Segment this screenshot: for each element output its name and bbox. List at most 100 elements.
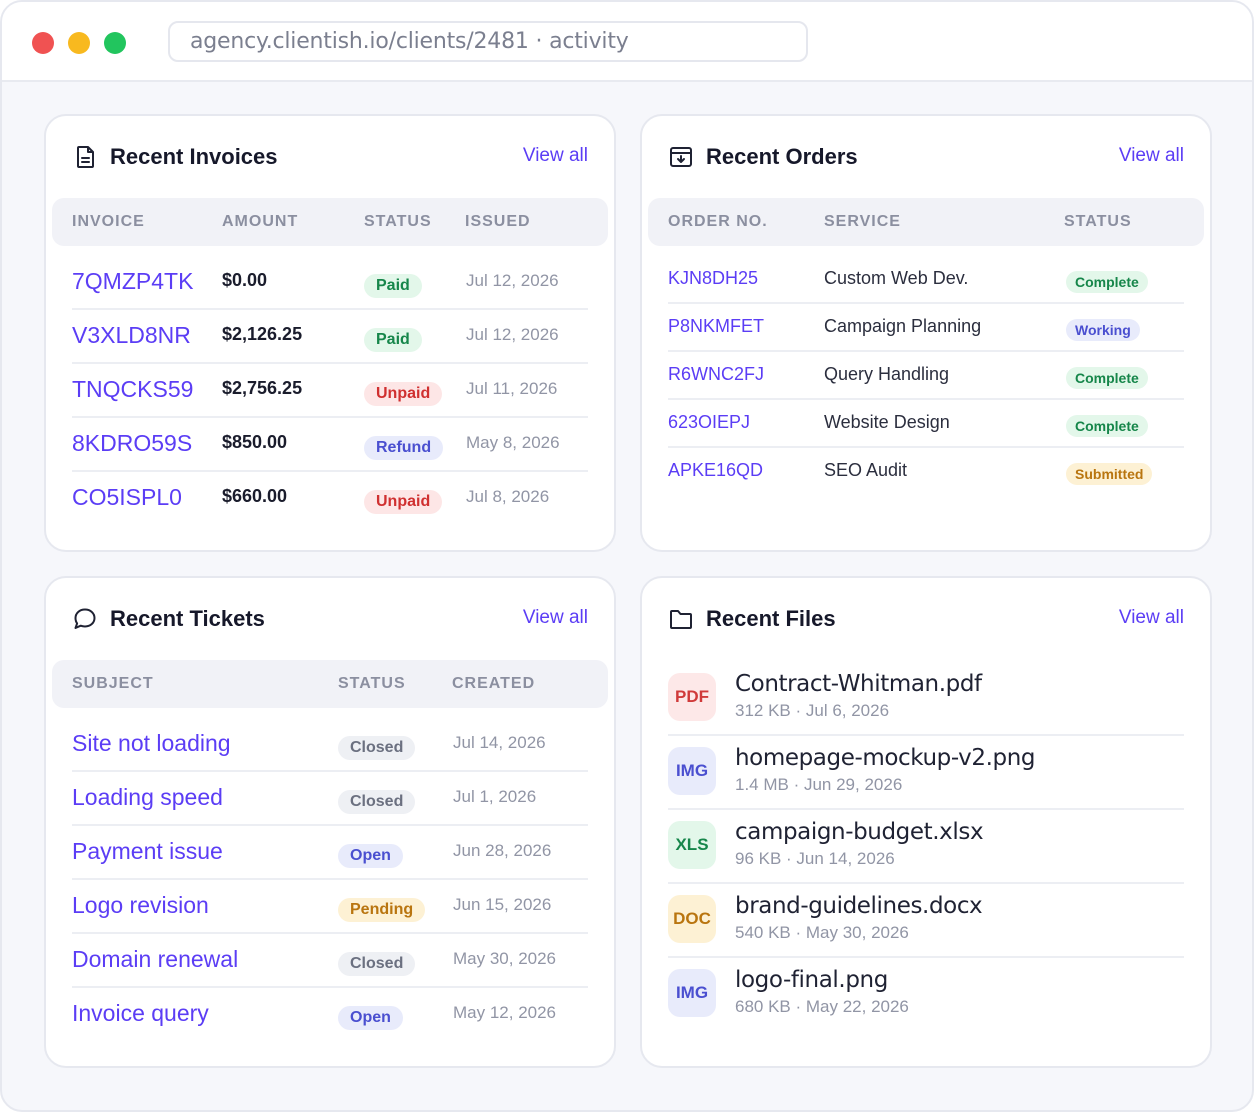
status-badge: Open	[338, 844, 403, 868]
table-row[interactable]: Site not loading Closed Jul 14, 2026	[72, 718, 588, 772]
file-meta: 96 KB · Jun 14, 2026	[735, 849, 895, 868]
file-meta: 540 KB · May 30, 2026	[735, 923, 909, 942]
ticket-subject-link[interactable]: Domain renewal	[72, 946, 238, 973]
table-row[interactable]: Domain renewal Closed May 30, 2026	[72, 934, 588, 988]
file-item[interactable]: DOC brand-guidelines.docx 540 KB · May 3…	[668, 884, 1184, 958]
file-item[interactable]: IMG logo-final.png 680 KB · May 22, 2026	[668, 958, 1184, 1032]
table-row[interactable]: 7QMZP4TK $0.00 Paid Jul 12, 2026	[72, 256, 588, 310]
column-header: STATUS	[364, 213, 432, 230]
document-file-icon: DOC	[668, 895, 716, 943]
table-header: INVOICE AMOUNT STATUS ISSUED	[52, 198, 608, 246]
status-badge: Open	[338, 1006, 403, 1030]
file-name[interactable]: brand-guidelines.docx	[735, 893, 983, 919]
table-header: ORDER NO. SERVICE STATUS	[648, 198, 1204, 246]
invoice-id-link[interactable]: TNQCKS59	[72, 376, 193, 403]
ticket-subject-link[interactable]: Logo revision	[72, 892, 209, 919]
ticket-subject-link[interactable]: Loading speed	[72, 784, 223, 811]
file-name[interactable]: logo-final.png	[735, 967, 888, 993]
invoice-id-link[interactable]: 7QMZP4TK	[72, 268, 193, 295]
column-header: ISSUED	[465, 213, 531, 230]
invoice-id-link[interactable]: 8KDRO59S	[72, 430, 192, 457]
table-row[interactable]: 8KDRO59S $850.00 Refund May 8, 2026	[72, 418, 588, 472]
minimize-window-button[interactable]	[68, 32, 90, 54]
view-all-files-link[interactable]: View all	[1119, 607, 1184, 629]
column-header: INVOICE	[72, 213, 145, 230]
table-row[interactable]: V3XLD8NR $2,126.25 Paid Jul 12, 2026	[72, 310, 588, 364]
order-id-link[interactable]: 623OIEPJ	[668, 412, 750, 433]
invoice-amount: $850.00	[222, 432, 288, 452]
created-date: Jun 15, 2026	[453, 895, 552, 914]
file-item[interactable]: PDF Contract-Whitman.pdf 312 KB · Jul 6,…	[668, 662, 1184, 736]
created-date: Jul 1, 2026	[453, 787, 537, 806]
created-date: Jul 14, 2026	[453, 733, 546, 752]
status-badge: Paid	[364, 274, 422, 298]
invoice-amount: $2,756.25	[222, 378, 303, 398]
column-header: AMOUNT	[222, 213, 299, 230]
browser-window: agency.clientish.io/clients/2481 · activ…	[0, 0, 1254, 1112]
maximize-window-button[interactable]	[104, 32, 126, 54]
recent-tickets-card: Recent Tickets View all SUBJECT STATUS C…	[44, 576, 616, 1068]
status-badge: Pending	[338, 898, 426, 922]
view-all-invoices-link[interactable]: View all	[523, 145, 588, 167]
card-title: Recent Invoices	[110, 144, 278, 169]
document-icon	[77, 146, 94, 168]
issued-date: Jul 12, 2026	[466, 271, 559, 290]
address-bar[interactable]: agency.clientish.io/clients/2481 · activ…	[168, 21, 808, 62]
ticket-subject-link[interactable]: Invoice query	[72, 1000, 209, 1027]
file-meta: 312 KB · Jul 6, 2026	[735, 701, 890, 720]
order-service: Custom Web Dev.	[824, 268, 969, 288]
table-row[interactable]: R6WNC2FJ Query Handling Complete	[668, 352, 1184, 400]
issued-date: Jul 12, 2026	[466, 325, 559, 344]
recent-files-card: Recent Files View all PDF Contract-Whitm…	[640, 576, 1212, 1068]
status-badge: Complete	[1066, 271, 1148, 293]
order-id-link[interactable]: P8NKMFET	[668, 316, 764, 337]
ticket-subject-link[interactable]: Payment issue	[72, 838, 223, 865]
table-row[interactable]: Loading speed Closed Jul 1, 2026	[72, 772, 588, 826]
view-all-tickets-link[interactable]: View all	[523, 607, 588, 629]
status-badge: Unpaid	[364, 490, 443, 514]
recent-invoices-card: Recent Invoices View all INVOICE AMOUNT …	[44, 114, 616, 552]
card-title: Recent Orders	[706, 144, 858, 169]
table-row[interactable]: Payment issue Open Jun 28, 2026	[72, 826, 588, 880]
folder-icon	[670, 610, 692, 629]
invoice-id-link[interactable]: V3XLD8NR	[72, 322, 191, 349]
table-row[interactable]: TNQCKS59 $2,756.25 Unpaid Jul 11, 2026	[72, 364, 588, 418]
order-service: Website Design	[824, 412, 950, 432]
file-name[interactable]: Contract-Whitman.pdf	[735, 671, 982, 697]
column-header: CREATED	[452, 675, 536, 692]
issued-date: Jul 11, 2026	[466, 379, 558, 398]
card-header: Recent Invoices View all	[72, 142, 588, 174]
order-box-icon	[670, 147, 692, 167]
table-row[interactable]: Logo revision Pending Jun 15, 2026	[72, 880, 588, 934]
status-badge: Closed	[338, 736, 416, 760]
table-row[interactable]: Invoice query Open May 12, 2026	[72, 988, 588, 1042]
file-name[interactable]: homepage-mockup-v2.png	[735, 745, 1035, 771]
table-row[interactable]: CO5ISPL0 $660.00 Unpaid Jul 8, 2026	[72, 472, 588, 526]
card-title: Recent Files	[706, 606, 836, 631]
card-header: Recent Files View all	[668, 604, 1184, 636]
invoice-id-link[interactable]: CO5ISPL0	[72, 484, 182, 511]
card-header: Recent Tickets View all	[72, 604, 588, 636]
status-badge: Submitted	[1066, 463, 1153, 485]
spreadsheet-file-icon: XLS	[668, 821, 716, 869]
table-row[interactable]: APKE16QD SEO Audit Submitted	[668, 448, 1184, 496]
view-all-orders-link[interactable]: View all	[1119, 145, 1184, 167]
recent-orders-card: Recent Orders View all ORDER NO. SERVICE…	[640, 114, 1212, 552]
order-id-link[interactable]: R6WNC2FJ	[668, 364, 764, 385]
pdf-file-icon: PDF	[668, 673, 716, 721]
order-id-link[interactable]: APKE16QD	[668, 460, 763, 481]
chat-bubble-icon	[74, 608, 96, 629]
ticket-subject-link[interactable]: Site not loading	[72, 730, 231, 757]
table-row[interactable]: P8NKMFET Campaign Planning Working	[668, 304, 1184, 352]
order-id-link[interactable]: KJN8DH25	[668, 268, 758, 289]
issued-date: May 8, 2026	[466, 433, 560, 452]
file-name[interactable]: campaign-budget.xlsx	[735, 819, 984, 845]
table-row[interactable]: KJN8DH25 Custom Web Dev. Complete	[668, 256, 1184, 304]
file-item[interactable]: IMG homepage-mockup-v2.png 1.4 MB · Jun …	[668, 736, 1184, 810]
status-badge: Complete	[1066, 415, 1148, 437]
status-badge: Working	[1066, 319, 1140, 341]
file-item[interactable]: XLS campaign-budget.xlsx 96 KB · Jun 14,…	[668, 810, 1184, 884]
close-window-button[interactable]	[32, 32, 54, 54]
browser-chrome: agency.clientish.io/clients/2481 · activ…	[2, 2, 1252, 82]
table-row[interactable]: 623OIEPJ Website Design Complete	[668, 400, 1184, 448]
